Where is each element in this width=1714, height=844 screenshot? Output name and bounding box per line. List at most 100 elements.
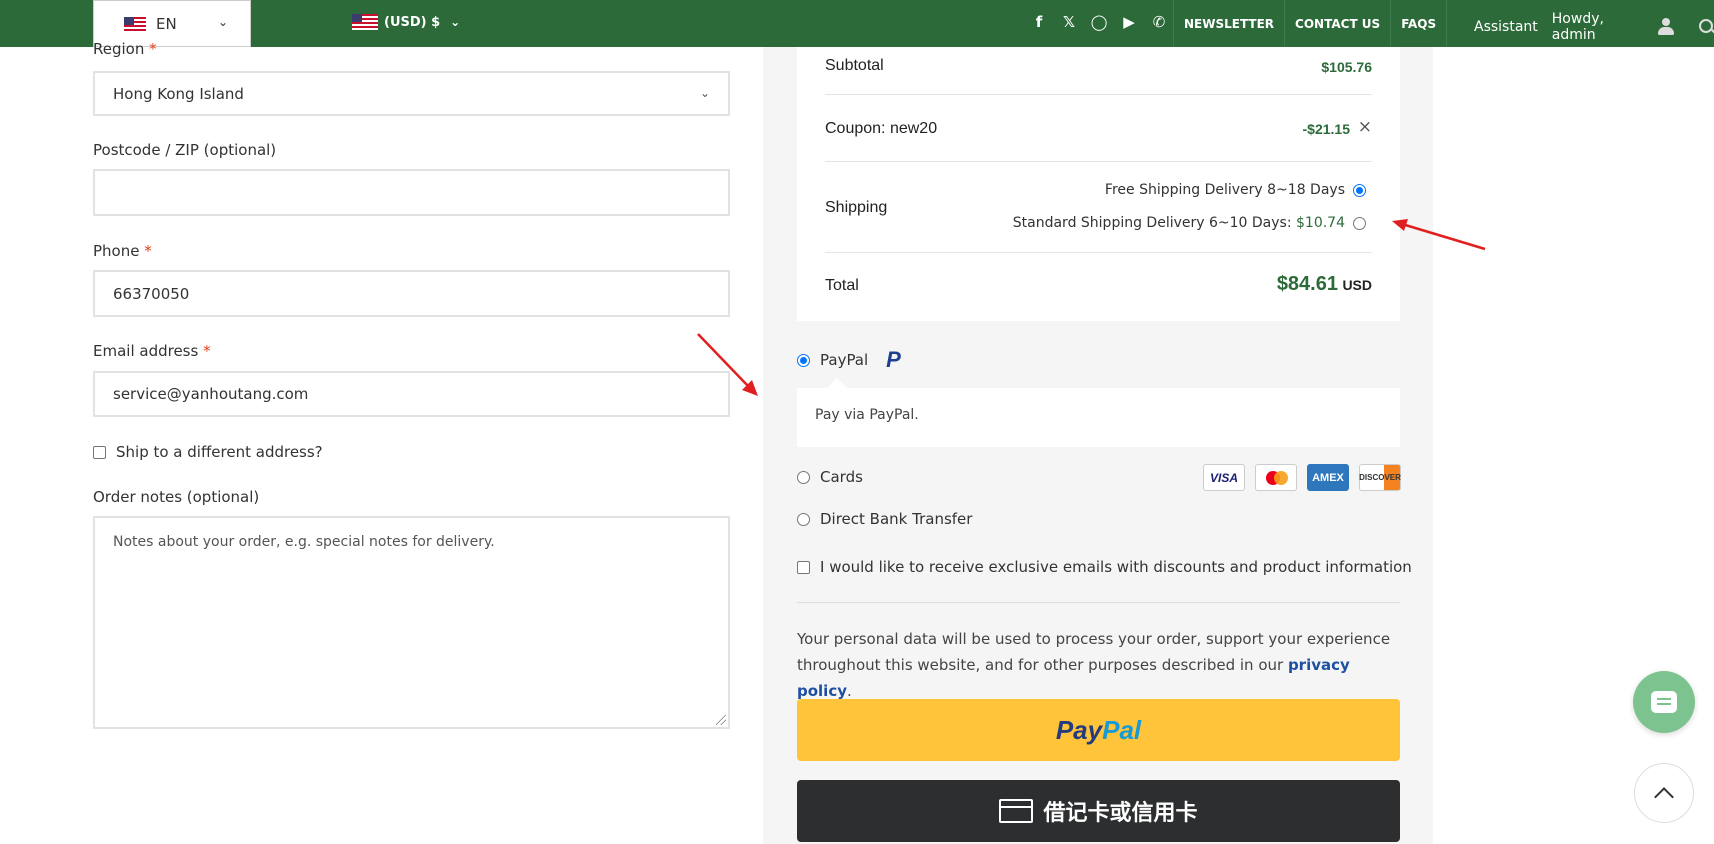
top-nav: NEWSLETTER CONTACT US FAQS bbox=[1173, 0, 1448, 47]
email-input[interactable]: service@yanhoutang.com bbox=[93, 371, 730, 417]
shipping-option-price: $10.74 bbox=[1296, 215, 1345, 231]
social-links: f 𝕏 ◯ ▶ ✆ bbox=[1030, 12, 1168, 32]
shipping-option-label: Standard Shipping Delivery 6~10 Days: $1… bbox=[1013, 215, 1345, 231]
email-label: Email address * bbox=[93, 342, 211, 360]
required-marker: * bbox=[144, 242, 152, 260]
payment-cards[interactable]: Cards bbox=[797, 468, 863, 486]
bank-transfer-label[interactable]: Direct Bank Transfer bbox=[820, 510, 972, 528]
chevron-down-icon: ⌄ bbox=[450, 15, 461, 29]
region-label-text: Region bbox=[93, 40, 145, 58]
email-label-text: Email address bbox=[93, 342, 199, 360]
bank-transfer-radio[interactable] bbox=[797, 512, 810, 526]
scroll-to-top-button[interactable] bbox=[1634, 763, 1694, 823]
shipping-option-text: Standard Shipping Delivery 6~10 Days: bbox=[1012, 215, 1296, 231]
nav-newsletter[interactable]: NEWSLETTER bbox=[1173, 0, 1284, 47]
resize-handle[interactable] bbox=[716, 715, 726, 725]
postcode-input[interactable] bbox=[93, 169, 730, 216]
newsletter-label[interactable]: I would like to receive exclusive emails… bbox=[820, 558, 1412, 576]
coupon-label: Coupon: new20 bbox=[825, 120, 938, 137]
ship-different-checkbox[interactable] bbox=[93, 445, 106, 459]
chat-button[interactable] bbox=[1633, 671, 1695, 733]
total-currency: USD bbox=[1342, 277, 1372, 293]
nav-faqs[interactable]: FAQS bbox=[1390, 0, 1448, 47]
facebook-icon[interactable]: f bbox=[1030, 12, 1048, 32]
phone-label-text: Phone bbox=[93, 242, 140, 260]
shipping-radio-standard[interactable] bbox=[1353, 216, 1366, 230]
instagram-icon[interactable]: ◯ bbox=[1090, 12, 1108, 32]
paypal-description-box: Pay via PayPal. bbox=[797, 378, 1400, 447]
cards-label[interactable]: Cards bbox=[820, 468, 863, 486]
phone-input[interactable]: 66370050 bbox=[93, 270, 730, 317]
shipping-option-label: Free Shipping Delivery 8~18 Days bbox=[1104, 182, 1345, 198]
chevron-down-icon: ⌄ bbox=[699, 86, 710, 100]
subtotal-row: Subtotal bbox=[825, 57, 1372, 75]
annotation-arrow-shipping bbox=[1392, 219, 1486, 251]
divider bbox=[797, 602, 1400, 603]
region-value: Hong Kong Island bbox=[113, 84, 244, 103]
mastercard-icon bbox=[1255, 464, 1297, 491]
card-brands: VISA AMEX DISCOVER bbox=[1203, 464, 1401, 491]
coupon-row: Coupon: new20 bbox=[825, 120, 1372, 138]
paypal-button-pal: Pal bbox=[1102, 714, 1142, 745]
notes-placeholder: Notes about your order, e.g. special not… bbox=[113, 534, 495, 550]
x-icon[interactable]: 𝕏 bbox=[1060, 12, 1078, 32]
postcode-label: Postcode / ZIP (optional) bbox=[93, 141, 277, 159]
currency-selector[interactable]: (USD) $ ⌄ bbox=[352, 14, 460, 30]
ship-different-row: Ship to a different address? bbox=[93, 443, 323, 461]
paypal-checkout-button[interactable]: Pay Pal bbox=[797, 699, 1400, 761]
remove-coupon-icon[interactable]: × bbox=[1358, 117, 1372, 137]
chevron-down-icon: ⌄ bbox=[217, 15, 228, 29]
language-label: EN bbox=[156, 14, 177, 33]
paypal-button-pay: Pay bbox=[1055, 714, 1103, 745]
annotation-arrow-paypal bbox=[697, 333, 758, 396]
order-summary: Subtotal $105.76 Coupon: new20 -$21.15 ×… bbox=[797, 47, 1400, 321]
assistant-link[interactable]: Assistant bbox=[1474, 19, 1538, 35]
divider bbox=[825, 161, 1372, 162]
shipping-label: Shipping bbox=[825, 199, 888, 216]
ship-different-label[interactable]: Ship to a different address? bbox=[116, 443, 323, 461]
credit-card-icon bbox=[999, 799, 1034, 823]
cards-radio[interactable] bbox=[797, 470, 810, 484]
privacy-text-end: . bbox=[847, 682, 852, 700]
user-area: Assistant Howdy, admin bbox=[1474, 11, 1714, 43]
search-icon[interactable] bbox=[1699, 19, 1714, 35]
admin-greeting[interactable]: Howdy, admin bbox=[1552, 11, 1643, 43]
visa-icon: VISA bbox=[1203, 464, 1245, 491]
user-icon[interactable] bbox=[1657, 18, 1675, 36]
whatsapp-icon[interactable]: ✆ bbox=[1150, 12, 1168, 32]
discover-icon: DISCOVER bbox=[1359, 464, 1401, 491]
paypal-description: Pay via PayPal. bbox=[815, 407, 919, 423]
chat-icon bbox=[1651, 691, 1677, 713]
chevron-up-icon bbox=[1654, 786, 1674, 807]
total-amount: $84.61 USD bbox=[1277, 273, 1372, 296]
subtotal-label: Subtotal bbox=[825, 57, 884, 74]
order-notes-textarea[interactable]: Notes about your order, e.g. special not… bbox=[93, 516, 730, 729]
coupon-value: -$21.15 bbox=[1302, 121, 1350, 137]
shipping-option-standard[interactable]: Standard Shipping Delivery 6~10 Days: $1… bbox=[1013, 215, 1366, 231]
card-button-label: 借记卡或信用卡 bbox=[1043, 801, 1198, 826]
divider bbox=[825, 252, 1372, 253]
youtube-icon[interactable]: ▶ bbox=[1120, 12, 1138, 32]
currency-label: (USD) $ bbox=[384, 14, 441, 30]
amex-icon: AMEX bbox=[1307, 464, 1349, 491]
total-label: Total bbox=[825, 277, 859, 294]
shipping-radio-free[interactable] bbox=[1353, 183, 1366, 197]
paypal-label[interactable]: PayPal bbox=[820, 351, 868, 369]
us-flag-icon bbox=[352, 14, 378, 30]
paypal-logo-icon: P bbox=[886, 347, 901, 372]
subtotal-value: $105.76 bbox=[1321, 59, 1372, 75]
total-value: $84.61 bbox=[1276, 273, 1338, 295]
newsletter-optin[interactable]: I would like to receive exclusive emails… bbox=[797, 558, 1412, 576]
required-marker: * bbox=[203, 342, 211, 360]
payment-paypal[interactable]: PayPal P bbox=[797, 347, 901, 373]
paypal-radio[interactable] bbox=[797, 353, 810, 367]
payment-bank-transfer[interactable]: Direct Bank Transfer bbox=[797, 510, 972, 528]
region-select[interactable]: Hong Kong Island ⌄ bbox=[93, 71, 730, 116]
shipping-option-free[interactable]: Free Shipping Delivery 8~18 Days bbox=[1105, 182, 1366, 198]
us-flag-icon bbox=[124, 16, 146, 31]
debit-credit-card-button[interactable]: 借记卡或信用卡 bbox=[797, 780, 1400, 842]
divider bbox=[825, 94, 1372, 95]
newsletter-checkbox[interactable] bbox=[797, 560, 810, 574]
nav-contact-us[interactable]: CONTACT US bbox=[1284, 0, 1390, 47]
region-label: Region * bbox=[93, 40, 157, 58]
